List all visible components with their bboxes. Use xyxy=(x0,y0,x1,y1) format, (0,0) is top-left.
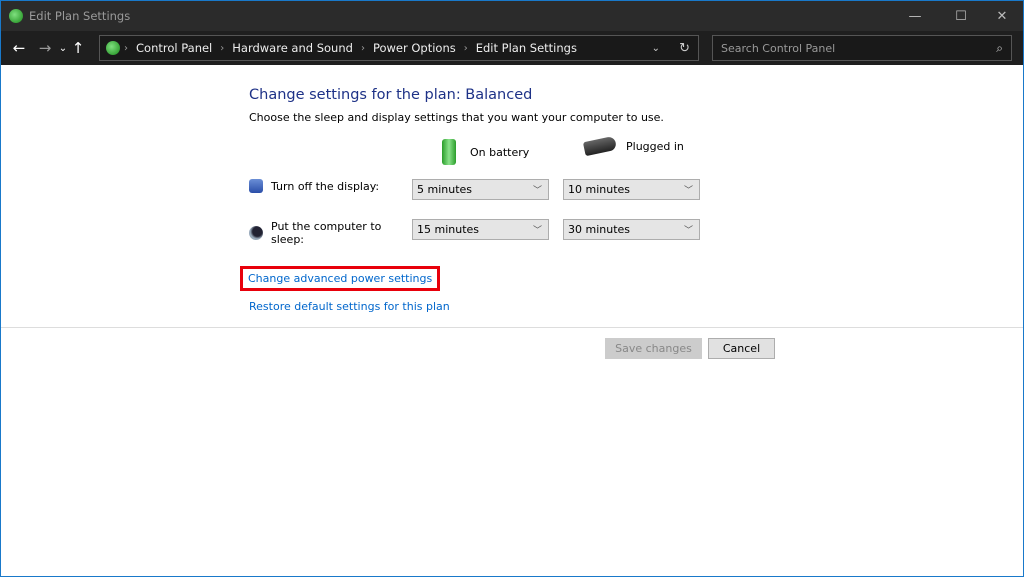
sleep-plugged-select[interactable]: 30 minutes ﹀ xyxy=(563,219,700,240)
breadcrumb-hardware-and-sound[interactable]: Hardware and Sound xyxy=(232,41,353,55)
address-bar[interactable]: › Control Panel › Hardware and Sound › P… xyxy=(99,35,699,61)
breadcrumb-separator: › xyxy=(124,42,128,54)
page-title: Change settings for the plan: Balanced xyxy=(249,87,533,103)
selected-value: 10 minutes xyxy=(568,183,631,196)
search-icon[interactable]: ⌕ xyxy=(996,41,1003,56)
breadcrumb-edit-plan-settings[interactable]: Edit Plan Settings xyxy=(476,41,577,55)
up-button[interactable]: ↑ xyxy=(70,39,86,57)
chevron-down-icon: ﹀ xyxy=(683,186,693,196)
display-icon xyxy=(249,179,263,193)
power-options-icon xyxy=(9,9,23,23)
recent-locations-button[interactable]: ⌄ xyxy=(56,43,70,54)
plan-settings: Change settings for the plan: Balanced C… xyxy=(240,87,849,313)
window-title: Edit Plan Settings xyxy=(29,9,131,23)
breadcrumb-separator: › xyxy=(463,42,468,54)
breadcrumb-separator: › xyxy=(220,42,225,54)
plugged-in-label: Plugged in xyxy=(626,139,684,153)
maximize-button[interactable]: ☐ xyxy=(938,1,984,31)
restore-defaults-link[interactable]: Restore default settings for this plan xyxy=(249,300,450,313)
cancel-button[interactable]: Cancel xyxy=(708,338,775,359)
selected-value: 5 minutes xyxy=(417,183,473,196)
search-placeholder: Search Control Panel xyxy=(721,41,836,55)
save-changes-button[interactable]: Save changes xyxy=(605,338,702,359)
divider xyxy=(1,327,1023,328)
page-subtitle: Choose the sleep and display settings th… xyxy=(249,111,664,124)
chevron-down-icon: ﹀ xyxy=(683,226,693,236)
plug-icon xyxy=(582,135,618,157)
sleep-icon xyxy=(249,226,263,240)
control-panel-icon xyxy=(106,41,120,55)
breadcrumb-separator: › xyxy=(360,42,365,54)
search-input[interactable]: Search Control Panel ⌕ xyxy=(712,35,1012,61)
display-plugged-select[interactable]: 10 minutes ﹀ xyxy=(563,179,700,200)
column-plugged-in: Plugged in xyxy=(582,135,684,157)
navigation-bar: ← → ⌄ ↑ › Control Panel › Hardware and S… xyxy=(1,31,1023,65)
refresh-icon[interactable]: ↻ xyxy=(679,41,690,56)
title-bar: Edit Plan Settings — ☐ ✕ xyxy=(1,1,1023,31)
display-label: Turn off the display: xyxy=(271,179,380,193)
battery-icon xyxy=(442,139,456,165)
breadcrumb-control-panel[interactable]: Control Panel xyxy=(136,41,212,55)
column-on-battery: On battery xyxy=(442,139,529,165)
minimize-button[interactable]: — xyxy=(892,1,938,31)
close-button[interactable]: ✕ xyxy=(979,1,1024,31)
selected-value: 30 minutes xyxy=(568,223,631,236)
chevron-down-icon: ﹀ xyxy=(532,186,542,196)
breadcrumb-power-options[interactable]: Power Options xyxy=(373,41,456,55)
sleep-label: Put the computer to sleep: xyxy=(271,220,382,246)
chevron-down-icon: ﹀ xyxy=(532,226,542,236)
selected-value: 15 minutes xyxy=(417,223,480,236)
back-button[interactable]: ← xyxy=(8,39,30,57)
on-battery-label: On battery xyxy=(470,145,530,159)
forward-button[interactable]: → xyxy=(34,39,56,57)
address-dropdown-icon[interactable]: ⌄ xyxy=(652,43,660,54)
change-advanced-power-settings-link[interactable]: Change advanced power settings xyxy=(240,266,441,291)
sleep-battery-select[interactable]: 15 minutes ﹀ xyxy=(412,219,549,240)
display-battery-select[interactable]: 5 minutes ﹀ xyxy=(412,179,549,200)
